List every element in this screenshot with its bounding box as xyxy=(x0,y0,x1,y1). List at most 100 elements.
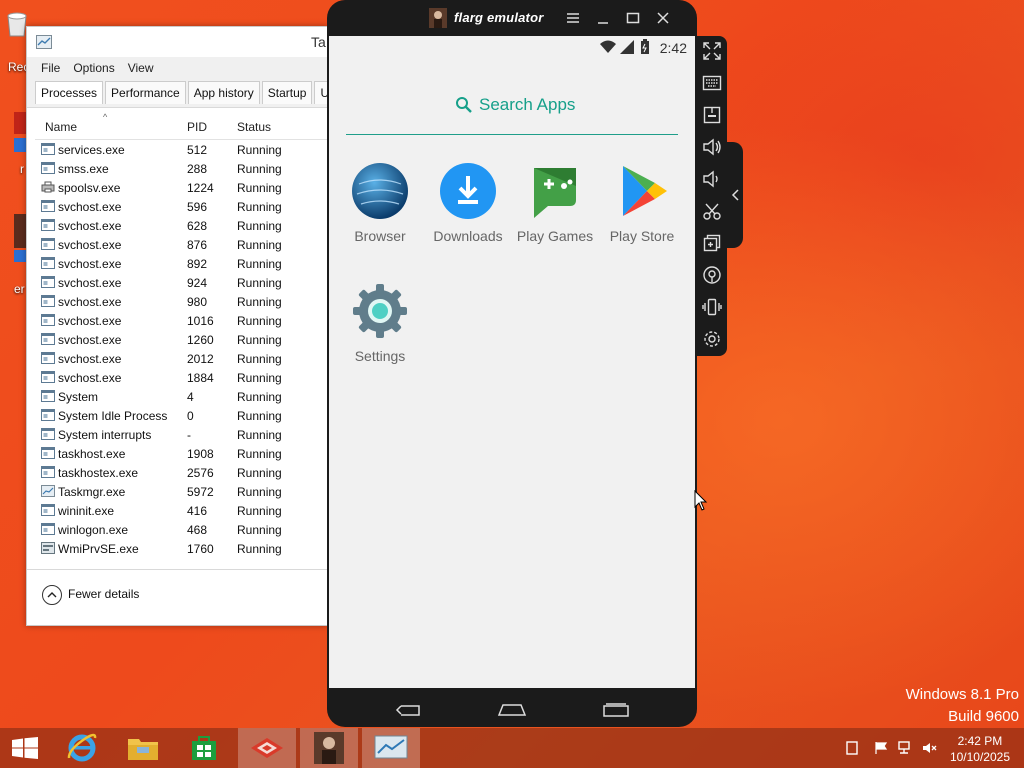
app-label: Settings xyxy=(354,348,406,364)
table-row[interactable]: svchost.exe 892 Running xyxy=(35,254,327,273)
tab-performance[interactable]: Performance xyxy=(105,81,186,104)
table-row[interactable]: winlogon.exe 468 Running xyxy=(35,520,327,539)
column-header-name[interactable]: Name xyxy=(45,120,77,134)
menu-view[interactable]: View xyxy=(122,57,161,79)
table-row[interactable]: svchost.exe 2012 Running xyxy=(35,349,327,368)
menu-file[interactable]: File xyxy=(35,57,67,79)
process-status: Running xyxy=(237,238,282,252)
table-row[interactable]: services.exe 512 Running xyxy=(35,140,327,159)
fullscreen-icon[interactable] xyxy=(701,40,723,62)
tab-app-history[interactable]: App history xyxy=(187,81,260,104)
apk-icon[interactable] xyxy=(701,104,723,126)
volume-muted-icon[interactable] xyxy=(922,741,938,755)
tab-processes[interactable]: Processes xyxy=(35,81,104,104)
table-row[interactable]: svchost.exe 596 Running xyxy=(35,197,327,216)
side-toolbar-collapse-tab[interactable] xyxy=(727,142,743,248)
flag-icon[interactable] xyxy=(874,741,888,755)
app-browser[interactable]: Browser xyxy=(335,160,425,250)
taskbar-internet-explorer[interactable] xyxy=(54,728,112,768)
fewer-details-chevron-icon[interactable] xyxy=(42,585,62,605)
table-row[interactable]: WmiPrvSE.exe 1760 Running xyxy=(35,539,327,558)
volume-down-icon[interactable] xyxy=(701,168,723,190)
app-settings[interactable]: Settings xyxy=(335,280,425,370)
menu-options[interactable]: Options xyxy=(67,57,121,79)
back-icon[interactable] xyxy=(395,702,425,718)
volume-up-icon[interactable] xyxy=(701,136,723,158)
location-icon[interactable] xyxy=(701,264,723,286)
table-row[interactable]: svchost.exe 924 Running xyxy=(35,273,327,292)
fewer-details-button[interactable]: Fewer details xyxy=(68,587,139,601)
taskbar: 2:42 PM 10/10/2025 xyxy=(0,728,1024,768)
battery-icon xyxy=(641,39,649,54)
clock-time: 2:42 PM xyxy=(957,734,1003,748)
table-row[interactable]: wininit.exe 416 Running xyxy=(35,501,327,520)
home-icon[interactable] xyxy=(497,702,527,718)
table-row[interactable]: taskhost.exe 1908 Running xyxy=(35,444,327,463)
table-row[interactable]: System 4 Running xyxy=(35,387,327,406)
process-status: Running xyxy=(237,257,282,271)
table-row[interactable]: smss.exe 288 Running xyxy=(35,159,327,178)
recycle-bin-icon[interactable] xyxy=(0,8,28,43)
table-row[interactable]: spoolsv.exe 1224 Running xyxy=(35,178,327,197)
multi-instance-icon[interactable] xyxy=(701,232,723,254)
windows-watermark: Windows 8.1 Pro Build 9600 xyxy=(906,684,1019,728)
taskbar-app-red[interactable] xyxy=(238,728,296,768)
app-play-games[interactable]: Play Games xyxy=(510,160,600,250)
task-manager-footer: Fewer details xyxy=(27,569,327,625)
maximize-icon[interactable] xyxy=(624,10,642,26)
table-row[interactable]: svchost.exe 980 Running xyxy=(35,292,327,311)
hamburger-menu-icon[interactable] xyxy=(564,10,582,26)
search-apps-bar[interactable]: Search Apps xyxy=(346,90,678,135)
table-row[interactable]: svchost.exe 1260 Running xyxy=(35,330,327,349)
scissors-icon[interactable] xyxy=(701,200,723,222)
column-header-pid[interactable]: PID xyxy=(187,120,207,134)
emulator-titlebar[interactable]: flarg emulator xyxy=(327,0,697,36)
process-icon xyxy=(41,314,55,326)
process-pid: 2012 xyxy=(187,352,214,366)
process-pid: - xyxy=(187,428,191,442)
process-name: wininit.exe xyxy=(58,504,115,518)
task-manager-window: Ta File Options View Processes Performan… xyxy=(26,26,328,626)
start-button[interactable] xyxy=(0,728,58,768)
action-center-icon[interactable] xyxy=(846,741,858,755)
table-row[interactable]: Taskmgr.exe 5972 Running xyxy=(35,482,327,501)
taskbar-task-manager[interactable] xyxy=(362,728,420,768)
task-manager-titlebar[interactable]: Ta xyxy=(27,27,327,57)
table-row[interactable]: taskhostex.exe 2576 Running xyxy=(35,463,327,482)
process-name: System xyxy=(58,390,99,404)
gear-icon[interactable] xyxy=(701,328,723,350)
close-icon[interactable] xyxy=(654,10,672,26)
process-status: Running xyxy=(237,276,282,290)
process-pid: 980 xyxy=(187,295,208,309)
process-pid: 1016 xyxy=(187,314,214,328)
minimize-icon[interactable] xyxy=(594,10,612,26)
keyboard-icon[interactable] xyxy=(701,72,723,94)
network-icon[interactable] xyxy=(898,741,914,755)
process-name: winlogon.exe xyxy=(58,523,129,537)
recent-apps-icon[interactable] xyxy=(601,702,631,718)
taskbar-store[interactable] xyxy=(174,728,232,768)
table-row[interactable]: svchost.exe 876 Running xyxy=(35,235,327,254)
process-status: Running xyxy=(237,314,282,328)
table-row[interactable]: svchost.exe 1016 Running xyxy=(35,311,327,330)
table-row[interactable]: svchost.exe 1884 Running xyxy=(35,368,327,387)
app-downloads[interactable]: Downloads xyxy=(423,160,513,250)
process-name: spoolsv.exe xyxy=(58,181,121,195)
process-pid: 2576 xyxy=(187,466,214,480)
column-header-status[interactable]: Status xyxy=(237,120,271,134)
table-row[interactable]: System Idle Process 0 Running xyxy=(35,406,327,425)
process-pid: 1908 xyxy=(187,447,214,461)
app-play-store[interactable]: Play Store xyxy=(597,160,687,250)
taskbar-file-explorer[interactable] xyxy=(114,728,172,768)
table-row[interactable]: System interrupts - Running xyxy=(35,425,327,444)
emulator-window: flarg emulator 2:42 Search Apps Browser xyxy=(327,0,697,727)
tab-users[interactable]: Use xyxy=(314,81,327,104)
process-icon xyxy=(41,504,55,516)
shake-icon[interactable] xyxy=(701,296,723,318)
process-status: Running xyxy=(237,485,282,499)
taskbar-clock[interactable]: 2:42 PM 10/10/2025 xyxy=(950,733,1010,765)
task-manager-icon xyxy=(374,735,408,759)
tab-startup[interactable]: Startup xyxy=(261,81,313,104)
table-row[interactable]: svchost.exe 628 Running xyxy=(35,216,327,235)
taskbar-flarg-emulator[interactable] xyxy=(300,728,358,768)
